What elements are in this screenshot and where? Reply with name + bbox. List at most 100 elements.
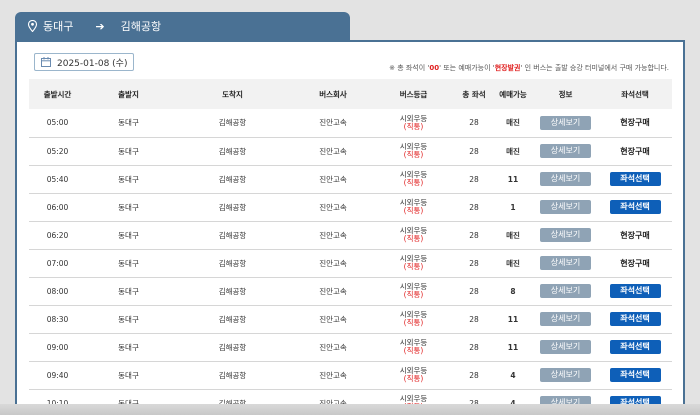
total-seats: 28 <box>469 314 479 324</box>
col-header-bus-grade: 버스등급 <box>399 89 428 99</box>
origin: 동대구 <box>118 286 139 296</box>
bus-company: 진안고속 <box>319 342 347 352</box>
info-cell: 상세보기 <box>533 361 598 389</box>
table-row: 05:00 동대구 김해공항 진안고속 시외우등 (직통) 28 매진 상세보기 현장구매 <box>29 109 672 137</box>
seat-select-button[interactable]: 좌석선택 <box>609 172 661 186</box>
grade-subtype: (직통) <box>403 262 424 271</box>
seat-select-cell: 현장구매 <box>598 137 672 165</box>
table-row: 05:40 동대구 김해공항 진안고속 시외우등 (직통) 28 11 상세보기 좌석선택 <box>29 165 672 193</box>
grade-subtype: (직통) <box>403 318 424 327</box>
seat-select-cell: 현장구매 <box>598 221 672 249</box>
destination: 김해공항 <box>218 146 247 156</box>
notice-highlight-zero: 00 <box>429 64 440 72</box>
bus-company: 진안고속 <box>319 314 347 324</box>
col-header-departure-time: 출발시간 <box>43 89 72 99</box>
col-header-bus-company: 버스회사 <box>319 89 347 99</box>
detail-button[interactable]: 상세보기 <box>540 340 591 354</box>
origin: 동대구 <box>118 258 139 268</box>
bus-grade: 시외우등(직통) <box>372 193 455 221</box>
seat-select-button[interactable]: 좌석선택 <box>609 312 661 326</box>
bus-company: 진안고속 <box>319 230 347 240</box>
onsite-purchase-label: 현장구매 <box>620 118 650 128</box>
detail-button[interactable]: 상세보기 <box>540 228 591 242</box>
origin: 동대구 <box>118 174 139 184</box>
detail-button[interactable]: 상세보기 <box>540 312 591 326</box>
info-cell: 상세보기 <box>533 277 598 305</box>
seat-select-button[interactable]: 좌석선택 <box>609 284 661 298</box>
table-row: 06:00 동대구 김해공항 진안고속 시외우등 (직통) 28 1 상세보기 좌석선택 <box>29 193 672 221</box>
bus-grade: 시외우등(직통) <box>372 165 455 193</box>
calendar-icon <box>41 57 51 67</box>
col-header-info: 정보 <box>558 89 573 99</box>
total-seats: 28 <box>469 286 479 296</box>
info-cell: 상세보기 <box>533 137 598 165</box>
detail-button[interactable]: 상세보기 <box>540 368 591 382</box>
detail-button[interactable]: 상세보기 <box>540 284 591 298</box>
bus-company: 진안고속 <box>319 202 347 212</box>
departure-time: 05:20 <box>46 146 69 156</box>
table-row: 09:00 동대구 김해공항 진안고속 시외우등 (직통) 28 11 상세보기 좌석선택 <box>29 333 672 361</box>
date-picker[interactable]: 2025-01-08 (수) <box>34 53 134 71</box>
seat-select-cell: 좌석선택 <box>598 305 672 333</box>
total-seats: 28 <box>469 202 479 212</box>
departure-time: 09:00 <box>46 342 69 352</box>
col-header-total-seats: 총 좌석 <box>462 89 486 99</box>
grade-subtype: (직통) <box>403 290 424 299</box>
destination: 김해공항 <box>218 258 247 268</box>
bus-company: 진안고속 <box>319 370 347 380</box>
available-seats: 11 <box>507 314 519 324</box>
available-seats: 매진 <box>506 146 520 156</box>
departure-time: 05:00 <box>46 118 69 128</box>
available-seats: 매진 <box>506 230 520 240</box>
departure-time: 06:00 <box>46 202 69 212</box>
detail-button[interactable]: 상세보기 <box>540 172 591 186</box>
seat-select-button[interactable]: 좌석선택 <box>609 200 661 214</box>
info-cell: 상세보기 <box>533 193 598 221</box>
info-cell: 상세보기 <box>533 109 598 137</box>
detail-button[interactable]: 상세보기 <box>540 256 591 270</box>
bus-grade: 시외우등(직통) <box>372 305 455 333</box>
onsite-purchase-label: 현장구매 <box>620 230 650 240</box>
origin: 동대구 <box>118 230 139 240</box>
seat-select-cell: 좌석선택 <box>598 361 672 389</box>
arrow-right-icon: ➔ <box>95 19 105 33</box>
seat-select-cell: 좌석선택 <box>598 333 672 361</box>
schedule-panel: 2025-01-08 (수) ※ 총 좌석이 '00' 또는 예매가능이 '현장… <box>15 40 685 415</box>
departure-time: 07:00 <box>46 258 69 268</box>
destination: 김해공항 <box>218 370 247 380</box>
departure-time: 08:00 <box>46 286 69 296</box>
destination: 김해공항 <box>218 174 247 184</box>
detail-button[interactable]: 상세보기 <box>540 200 591 214</box>
available-seats: 11 <box>507 342 519 352</box>
col-header-destination: 도착지 <box>222 89 243 99</box>
route-tab: 동대구 ➔ 김해공항 <box>15 12 350 40</box>
info-cell: 상세보기 <box>533 221 598 249</box>
bus-company: 진안고속 <box>319 286 347 296</box>
detail-button[interactable]: 상세보기 <box>540 115 591 130</box>
total-seats: 28 <box>469 174 479 184</box>
bus-company: 진안고속 <box>319 174 347 184</box>
grade-subtype: (직통) <box>403 206 424 215</box>
bus-company: 진안고속 <box>319 258 347 268</box>
departure-time: 09:40 <box>46 370 69 380</box>
grade-subtype: (직통) <box>403 121 424 131</box>
route-origin: 동대구 <box>43 20 74 33</box>
table-row: 05:20 동대구 김해공항 진안고속 시외우등 (직통) 28 매진 상세보기 현장구매 <box>29 137 672 165</box>
total-seats: 28 <box>469 146 479 156</box>
seat-select-button[interactable]: 좌석선택 <box>609 368 661 382</box>
destination: 김해공항 <box>218 202 247 212</box>
table-row: 06:20 동대구 김해공항 진안고속 시외우등 (직통) 28 매진 상세보기 현장구매 <box>29 221 672 249</box>
detail-button[interactable]: 상세보기 <box>540 144 591 158</box>
grade-subtype: (직통) <box>403 234 424 243</box>
seat-select-button[interactable]: 좌석선택 <box>609 340 661 354</box>
available-seats: 매진 <box>506 258 520 268</box>
available-seats: 4 <box>510 370 516 380</box>
destination: 김해공항 <box>218 342 247 352</box>
table-row: 08:30 동대구 김해공항 진안고속 시외우등 (직통) 28 11 상세보기 좌석선택 <box>29 305 672 333</box>
total-seats: 28 <box>469 230 479 240</box>
origin: 동대구 <box>118 146 139 156</box>
bus-company: 진안고속 <box>319 118 347 128</box>
origin: 동대구 <box>118 342 139 352</box>
date-value: 2025-01-08 (수) <box>57 58 128 69</box>
col-header-origin: 출발지 <box>118 89 139 99</box>
